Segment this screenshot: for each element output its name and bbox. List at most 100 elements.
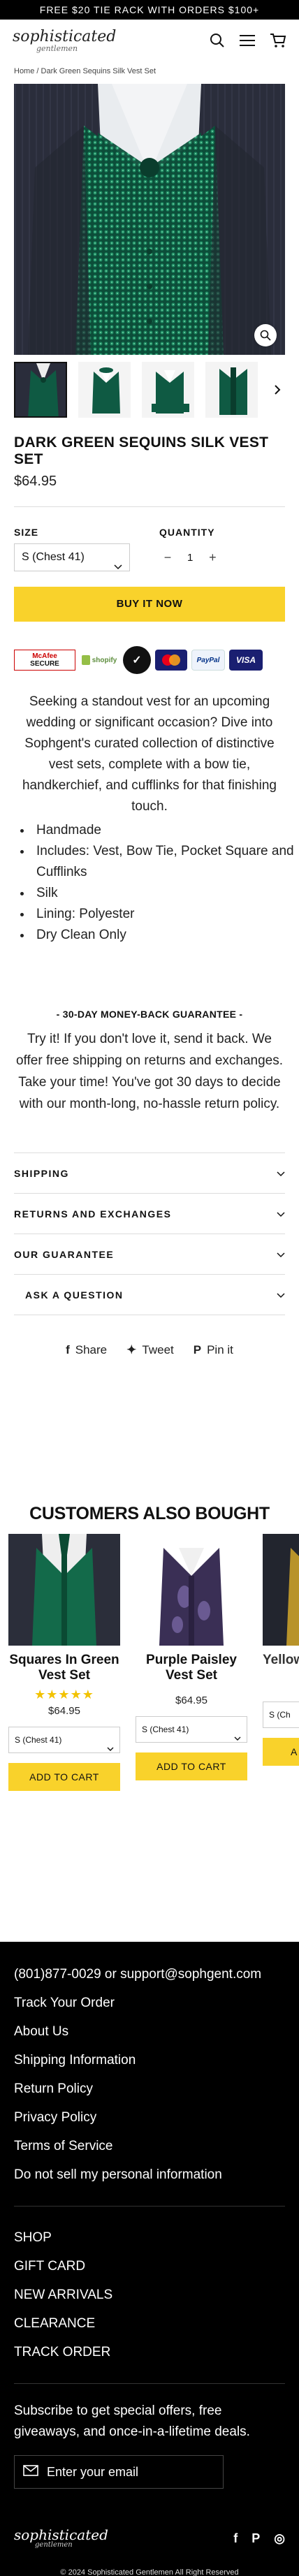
promo-bar[interactable]: FREE $20 TIE RACK WITH ORDERS $100+ <box>0 0 299 20</box>
product-card[interactable]: Squares In Green Vest Set ★★★★★ $64.95 S… <box>8 1534 120 1791</box>
thumbnail-strip <box>0 355 299 418</box>
accordion-label: SHIPPING <box>14 1167 69 1179</box>
breadcrumb-home[interactable]: Home <box>14 67 34 75</box>
footer-link[interactable]: Shipping Information <box>14 2046 285 2074</box>
size-label: SIZE <box>14 527 39 538</box>
rating-stars-icon <box>263 1672 299 1676</box>
feature-item: Silk <box>32 883 299 904</box>
mastercard-badge <box>155 650 187 671</box>
breadcrumb-separator: / <box>36 67 39 75</box>
ask-question-row[interactable]: ASK A QUESTION <box>14 1275 285 1315</box>
feature-item: Dry Clean Only <box>32 925 299 946</box>
footer-shop-link[interactable]: GIFT CARD <box>14 2252 285 2281</box>
instagram-icon[interactable]: ◎ <box>274 2531 285 2546</box>
logo-line2: gentlemen <box>36 43 78 53</box>
footer-shop-link[interactable]: NEW ARRIVALS <box>14 2281 285 2309</box>
mcafee-badge: McAfee SECURE <box>14 650 75 671</box>
footer-shop-link[interactable]: SHOP <box>14 2223 285 2252</box>
visa-badge: VISA <box>229 650 263 671</box>
zoom-icon[interactable] <box>254 324 277 346</box>
footer-link[interactable]: About Us <box>14 2017 285 2046</box>
chevron-down-icon <box>277 1249 285 1260</box>
product-card-image[interactable] <box>263 1534 299 1646</box>
paypal-badge: PayPal <box>191 650 225 671</box>
footer-shop-link[interactable]: TRACK ORDER <box>14 2338 285 2366</box>
twitter-icon: ✦ <box>126 1343 137 1356</box>
accordion-label: OUR GUARANTEE <box>14 1248 115 1260</box>
thumbnail[interactable] <box>14 362 67 418</box>
email-placeholder: Enter your email <box>47 2464 139 2479</box>
mcafee-name: McAfee <box>32 652 57 660</box>
product-main-image[interactable] <box>14 84 285 355</box>
thumbnail[interactable] <box>141 362 195 418</box>
product-description: Seeking a standout vest for an upcoming … <box>22 694 277 814</box>
shopify-badge: shopify <box>80 650 119 671</box>
social-share: f Share ✦ Tweet P Pin it <box>0 1343 299 1357</box>
product-card[interactable]: Yellow S (Ch A <box>263 1534 299 1791</box>
footer-link[interactable]: Privacy Policy <box>14 2103 285 2132</box>
site-logo[interactable]: sophisticated gentlemen <box>13 29 116 52</box>
buy-now-button[interactable]: BUY IT NOW <box>14 587 285 622</box>
site-header: sophisticated gentlemen <box>0 20 299 61</box>
size-value: S (Chest 41) <box>22 551 85 563</box>
add-to-cart-button[interactable]: ADD TO CART <box>136 1752 247 1780</box>
share-twitter-button[interactable]: ✦ Tweet <box>126 1343 174 1357</box>
size-select[interactable]: S (Chest 41) <box>14 543 130 571</box>
thumbnail[interactable] <box>205 362 258 418</box>
chevron-down-icon <box>277 1289 285 1301</box>
feature-item: Includes: Vest, Bow Tie, Pocket Square a… <box>32 841 299 883</box>
cart-icon[interactable] <box>270 33 286 48</box>
product-card-name[interactable]: Yellow <box>263 1653 299 1668</box>
quantity-decrease-button[interactable]: − <box>159 550 176 565</box>
email-field[interactable]: Enter your email <box>14 2455 224 2489</box>
accordion-shipping[interactable]: SHIPPING <box>14 1153 285 1194</box>
share-facebook-button[interactable]: f Share <box>66 1343 107 1357</box>
product-options: SIZE S (Chest 41) QUANTITY − 1 + <box>0 527 299 571</box>
mail-icon <box>23 2464 38 2480</box>
search-icon[interactable] <box>210 33 225 48</box>
accordion-guarantee[interactable]: OUR GUARANTEE <box>14 1234 285 1275</box>
breadcrumb-current: Dark Green Sequins Silk Vest Set <box>41 67 156 75</box>
quantity-value[interactable]: 1 <box>187 552 193 564</box>
product-card-image[interactable] <box>8 1534 120 1646</box>
chevron-down-icon <box>114 554 122 580</box>
guarantee-body: Try it! If you don't love it, send it ba… <box>15 1032 283 1111</box>
pinterest-icon[interactable]: P <box>251 2531 260 2546</box>
thumbnail[interactable] <box>78 362 131 418</box>
product-card-name[interactable]: Squares In Green Vest Set <box>8 1653 120 1683</box>
rating-stars-icon <box>136 1688 247 1692</box>
chevron-right-icon[interactable] <box>269 384 285 395</box>
add-to-cart-button[interactable]: A <box>263 1738 299 1766</box>
social-links: f P ◎ <box>233 2531 285 2546</box>
quantity-option: QUANTITY − 1 + <box>159 527 221 571</box>
share-pinterest-button[interactable]: P Pin it <box>194 1343 233 1357</box>
menu-icon[interactable] <box>239 34 256 47</box>
product-card-size-select[interactable]: S (Chest 41) <box>136 1716 247 1743</box>
facebook-icon[interactable]: f <box>233 2531 238 2546</box>
shopify-bag-icon <box>81 655 90 665</box>
product-card-image[interactable] <box>136 1534 247 1646</box>
product-card-size-value: S (Chest 41) <box>142 1725 189 1734</box>
add-to-cart-button[interactable]: ADD TO CART <box>8 1763 120 1791</box>
footer-logo[interactable]: sophisticated gentlemen <box>14 2528 108 2549</box>
product-card-name[interactable]: Purple Paisley Vest Set <box>136 1653 247 1683</box>
product-card-size-select[interactable]: S (Ch <box>263 1702 299 1728</box>
footer-contact[interactable]: (801)877-0029 or support@sophgent.com <box>14 1960 285 1989</box>
copyright: © 2024 Sophisticated Gentlemen All Right… <box>60 2568 239 2576</box>
product-card[interactable]: Purple Paisley Vest Set $64.95 S (Chest … <box>136 1534 247 1791</box>
rating-stars-icon: ★★★★★ <box>34 1688 94 1702</box>
logo-line1: sophisticated <box>13 27 117 45</box>
footer-shop-link[interactable]: CLEARANCE <box>14 2309 285 2338</box>
quantity-increase-button[interactable]: + <box>204 550 221 565</box>
footer-link[interactable]: Return Policy <box>14 2074 285 2103</box>
accordion-returns[interactable]: RETURNS AND EXCHANGES <box>14 1194 285 1234</box>
product-card-size-value: S (Chest 41) <box>15 1735 62 1745</box>
product-card-price: $64.95 <box>48 1705 80 1717</box>
also-bought-title: CUSTOMERS ALSO BOUGHT <box>29 1504 270 1523</box>
footer-link[interactable]: Track Your Order <box>14 1989 285 2017</box>
chevron-down-icon <box>234 1726 241 1751</box>
footer-link[interactable]: Terms of Service <box>14 2132 285 2160</box>
divider <box>14 506 285 507</box>
footer-link[interactable]: Do not sell my personal information <box>14 2160 285 2189</box>
product-card-size-select[interactable]: S (Chest 41) <box>8 1727 120 1753</box>
